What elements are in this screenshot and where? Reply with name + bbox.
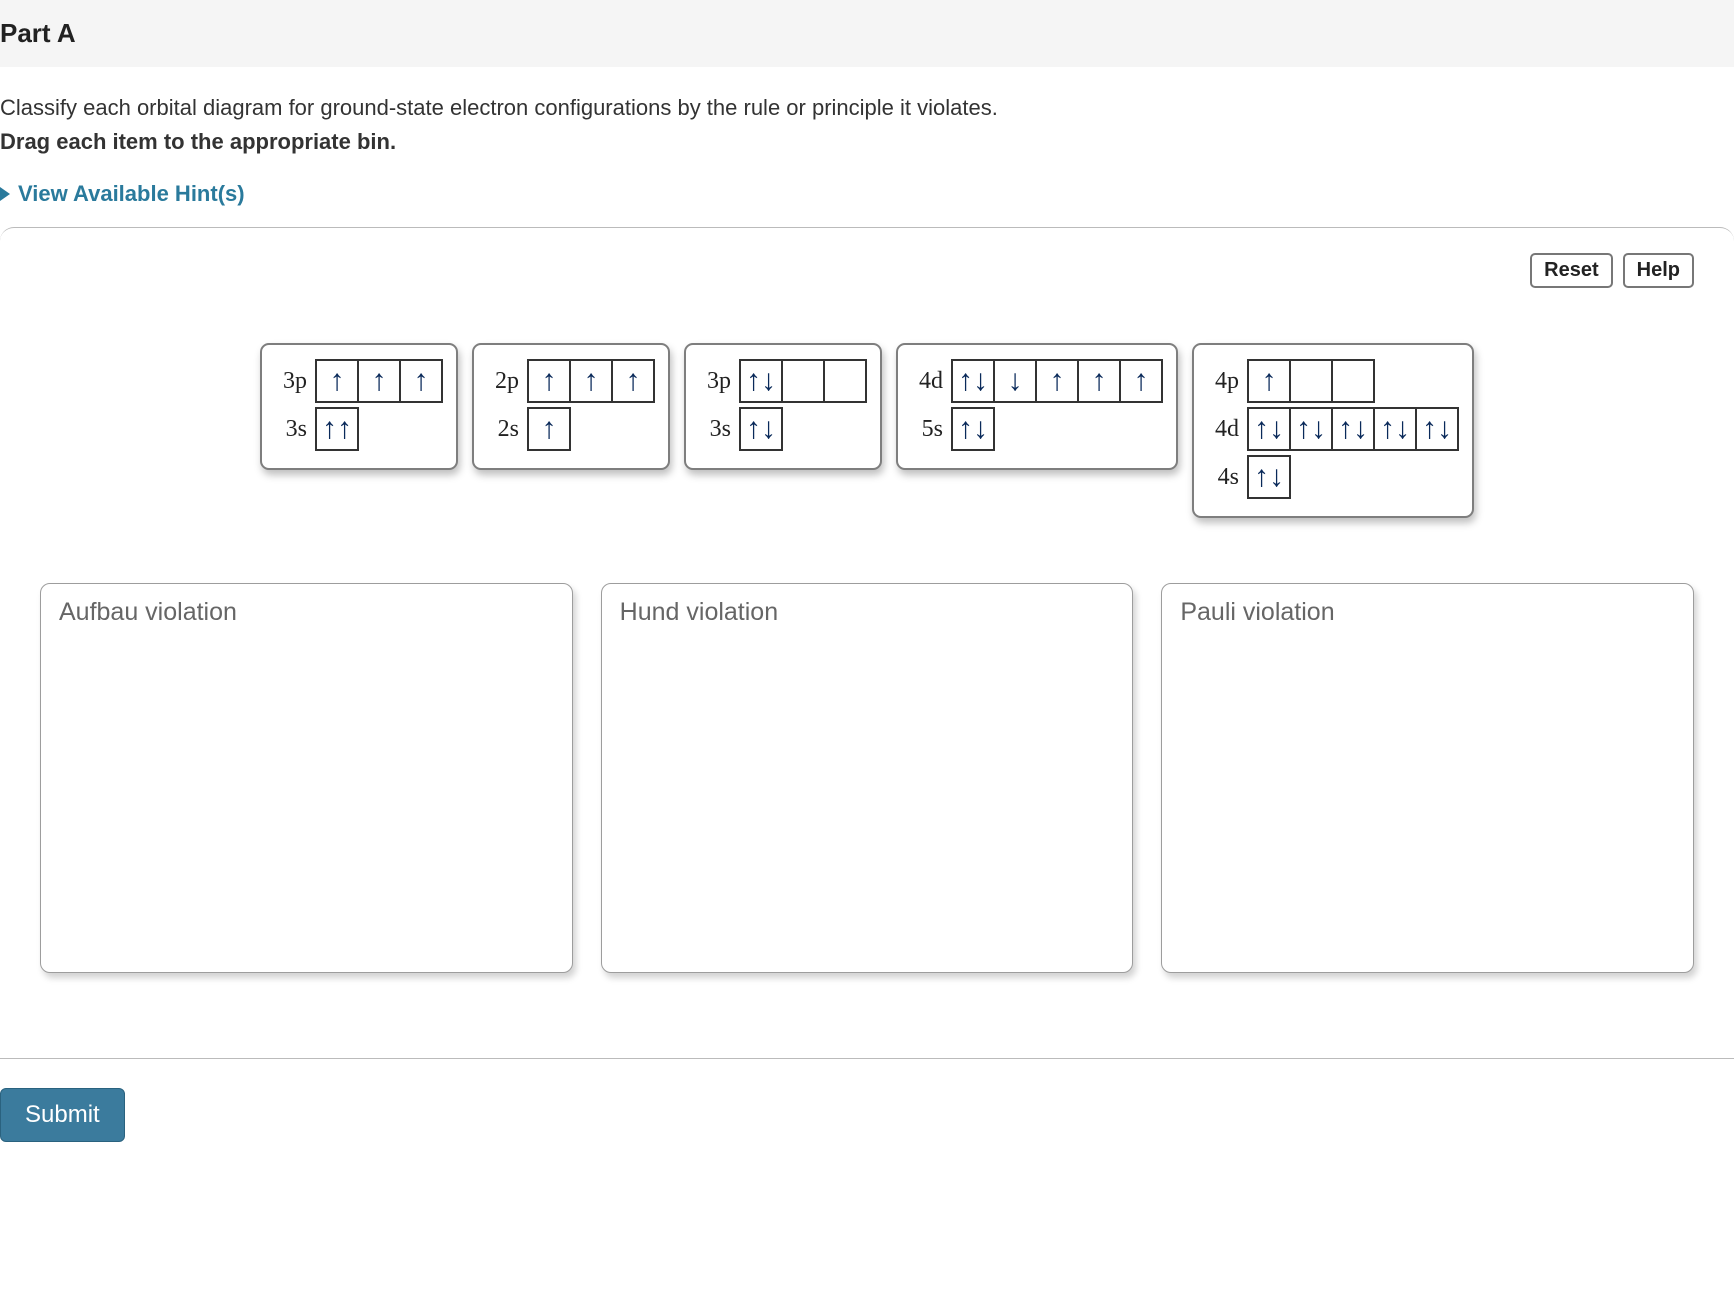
subshell-label: 2p bbox=[487, 368, 519, 395]
drop-bin[interactable]: Aufbau violation bbox=[40, 583, 573, 973]
subshell-label: 2s bbox=[487, 416, 519, 443]
orbital-box: ↑ bbox=[357, 359, 401, 403]
subshell-row: 2s ↑ bbox=[487, 407, 655, 451]
orbital-box bbox=[823, 359, 867, 403]
orbital-box: ↑ bbox=[527, 359, 571, 403]
orbital-box: ↑↓ bbox=[739, 359, 783, 403]
bins-row: Aufbau violation Hund violation Pauli viol… bbox=[40, 583, 1694, 973]
canvas-controls: Reset Help bbox=[1530, 253, 1694, 288]
subshell-row: 4d↑↓↓↑↑↑ bbox=[911, 359, 1163, 403]
divider bbox=[0, 1058, 1734, 1059]
orbital-item[interactable]: 4p↑4d↑↓↑↓↑↓↑↓↑↓4s↑↓ bbox=[1192, 343, 1474, 518]
orbital-box: ↑↓ bbox=[1373, 407, 1417, 451]
drop-bin[interactable]: Hund violation bbox=[601, 583, 1134, 973]
subshell-row: 5s ↑↓ bbox=[911, 407, 1163, 451]
bin-title: Hund violation bbox=[620, 598, 1115, 627]
bin-title: Aufbau violation bbox=[59, 598, 554, 627]
orbital-box: ↑↓ bbox=[951, 359, 995, 403]
orbital-box bbox=[781, 359, 825, 403]
subshell-row: 4p ↑ bbox=[1207, 359, 1459, 403]
orbital-box: ↑ bbox=[569, 359, 613, 403]
orbital-boxes: ↑↓ bbox=[951, 407, 995, 451]
orbital-box: ↑↓ bbox=[739, 407, 783, 451]
subshell-label: 3p bbox=[275, 368, 307, 395]
orbital-box bbox=[1331, 359, 1375, 403]
subshell-label: 4d bbox=[911, 368, 943, 395]
subshell-label: 3s bbox=[275, 416, 307, 443]
orbital-box: ↑↓ bbox=[1415, 407, 1459, 451]
orbital-box: ↑ bbox=[1119, 359, 1163, 403]
hints-label: View Available Hint(s) bbox=[18, 181, 245, 207]
orbital-boxes: ↑↑↑ bbox=[315, 359, 443, 403]
orbital-boxes: ↑↓↑↓↑↓↑↓↑↓ bbox=[1247, 407, 1459, 451]
subshell-label: 3p bbox=[699, 368, 731, 395]
orbital-box: ↑ bbox=[1077, 359, 1121, 403]
orbital-item[interactable]: 4d↑↓↓↑↑↑5s↑↓ bbox=[896, 343, 1178, 470]
subshell-row: 4d↑↓↑↓↑↓↑↓↑↓ bbox=[1207, 407, 1459, 451]
subshell-row: 3p↑↑↑ bbox=[275, 359, 443, 403]
subshell-row: 3s ↑↓ bbox=[699, 407, 867, 451]
orbital-item[interactable]: 2p↑↑↑2s↑ bbox=[472, 343, 670, 470]
orbital-box: ↑↓ bbox=[1331, 407, 1375, 451]
subshell-label: 4s bbox=[1207, 464, 1239, 491]
orbital-boxes: ↑↑ bbox=[315, 407, 359, 451]
instruction-line-2: Drag each item to the appropriate bin. bbox=[0, 129, 1734, 155]
orbital-boxes: ↑↓↓↑↑↑ bbox=[951, 359, 1163, 403]
orbital-boxes: ↑↓ bbox=[739, 359, 867, 403]
orbital-boxes: ↑ bbox=[1247, 359, 1375, 403]
orbital-box: ↑ bbox=[527, 407, 571, 451]
draggable-items-row: 3p↑↑↑3s↑↑2p↑↑↑2s↑3p↑↓3s↑↓4d↑↓↓↑↑↑5s↑↓4p↑… bbox=[40, 343, 1694, 518]
part-title: Part A bbox=[0, 18, 76, 48]
orbital-box: ↑ bbox=[611, 359, 655, 403]
subshell-row: 3s ↑↑ bbox=[275, 407, 443, 451]
subshell-row: 4s ↑↓ bbox=[1207, 455, 1459, 499]
reset-button[interactable]: Reset bbox=[1530, 253, 1612, 288]
subshell-label: 4p bbox=[1207, 368, 1239, 395]
orbital-item[interactable]: 3p ↑↓ 3s ↑↓ bbox=[684, 343, 882, 470]
orbital-box: ↑↓ bbox=[1247, 455, 1291, 499]
part-header: Part A bbox=[0, 0, 1734, 67]
subshell-row: 3p ↑↓ bbox=[699, 359, 867, 403]
orbital-box: ↑ bbox=[1247, 359, 1291, 403]
orbital-box: ↑ bbox=[1035, 359, 1079, 403]
orbital-item[interactable]: 3p↑↑↑3s↑↑ bbox=[260, 343, 458, 470]
orbital-boxes: ↑↑↑ bbox=[527, 359, 655, 403]
subshell-row: 2p↑↑↑ bbox=[487, 359, 655, 403]
orbital-box: ↑ bbox=[315, 359, 359, 403]
instructions-block: Classify each orbital diagram for ground… bbox=[0, 67, 1734, 207]
orbital-box: ↑↓ bbox=[1247, 407, 1291, 451]
orbital-boxes: ↑↓ bbox=[1247, 455, 1291, 499]
orbital-box: ↑↑ bbox=[315, 407, 359, 451]
submit-button[interactable]: Submit bbox=[0, 1088, 125, 1142]
orbital-box: ↑ bbox=[399, 359, 443, 403]
instruction-line-1: Classify each orbital diagram for ground… bbox=[0, 95, 1734, 121]
orbital-box: ↑↓ bbox=[1289, 407, 1333, 451]
caret-right-icon bbox=[0, 187, 10, 201]
orbital-box: ↓ bbox=[993, 359, 1037, 403]
subshell-label: 3s bbox=[699, 416, 731, 443]
orbital-boxes: ↑ bbox=[527, 407, 571, 451]
orbital-box bbox=[1289, 359, 1333, 403]
bin-title: Pauli violation bbox=[1180, 598, 1675, 627]
orbital-box: ↑↓ bbox=[951, 407, 995, 451]
hints-toggle[interactable]: View Available Hint(s) bbox=[0, 181, 245, 207]
drag-canvas: Reset Help 3p↑↑↑3s↑↑2p↑↑↑2s↑3p↑↓3s↑↓4d↑↓… bbox=[0, 227, 1734, 1013]
subshell-label: 4d bbox=[1207, 416, 1239, 443]
drop-bin[interactable]: Pauli violation bbox=[1161, 583, 1694, 973]
help-button[interactable]: Help bbox=[1623, 253, 1694, 288]
orbital-boxes: ↑↓ bbox=[739, 407, 783, 451]
subshell-label: 5s bbox=[911, 416, 943, 443]
